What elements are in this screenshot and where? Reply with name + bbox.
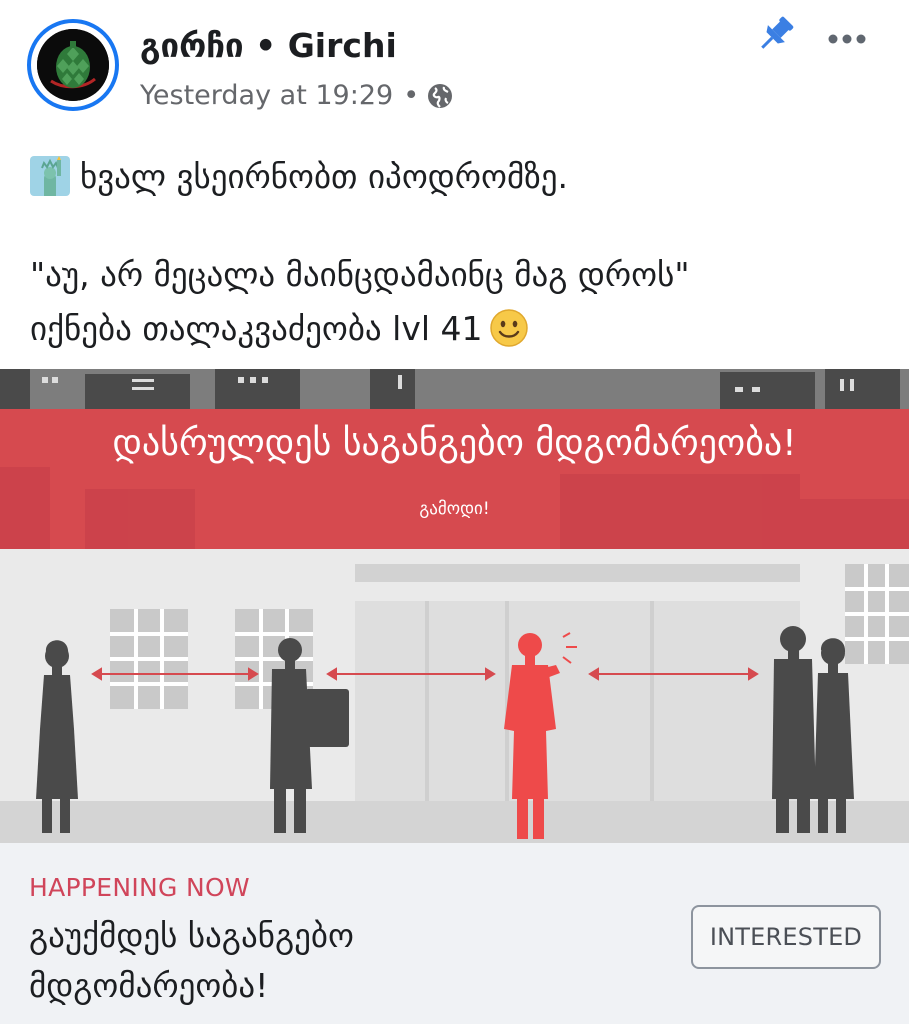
page-name[interactable]: გირჩი • Girchi <box>140 26 397 65</box>
smiling-face-emoji-icon <box>489 309 528 347</box>
globe-icon <box>428 83 453 108</box>
banner-subtitle: გამოდი! <box>419 499 490 519</box>
page-avatar[interactable] <box>27 19 119 111</box>
event-title-line-2: მდგომარეობა! <box>29 966 269 1005</box>
event-title[interactable]: გაუქმდეს საგანგებო მდგომარეობა! <box>29 911 589 1011</box>
event-card[interactable]: HAPPENING NOW გაუქმდეს საგანგებო მდგომარ… <box>0 843 909 1024</box>
post-timestamp[interactable]: Yesterday at 19:29 <box>140 80 393 111</box>
interested-button[interactable]: INTERESTED <box>691 905 881 969</box>
post-text-line-3: იქნება თალაკვაძეობა lvl 41 <box>30 309 483 348</box>
event-title-line-1: გაუქმდეს საგანგებო <box>29 916 354 955</box>
post-text: ხვალ ვსეირნობთ იპოდრომზე. "აუ, არ მეცალა… <box>30 150 890 356</box>
post-meta: Yesterday at 19:29 • <box>140 80 453 111</box>
pinecone-logo-icon <box>37 29 109 101</box>
statue-of-liberty-emoji-icon <box>30 156 70 196</box>
pin-icon[interactable] <box>752 12 798 58</box>
event-cover-image[interactable]: დასრულდეს საგანგებო მდგომარეობა! გამოდი! <box>0 369 909 843</box>
meta-separator: • <box>403 80 420 111</box>
event-status: HAPPENING NOW <box>29 873 250 902</box>
post-text-line-1: ხვალ ვსეირნობთ იპოდრომზე. <box>80 157 568 196</box>
post-text-line-2: "აუ, არ მეცალა მაინცდამაინც მაგ დროს" <box>30 255 690 294</box>
banner-title: დასრულდეს საგანგებო მდგომარეობა! <box>112 423 797 464</box>
more-icon[interactable] <box>826 26 868 52</box>
